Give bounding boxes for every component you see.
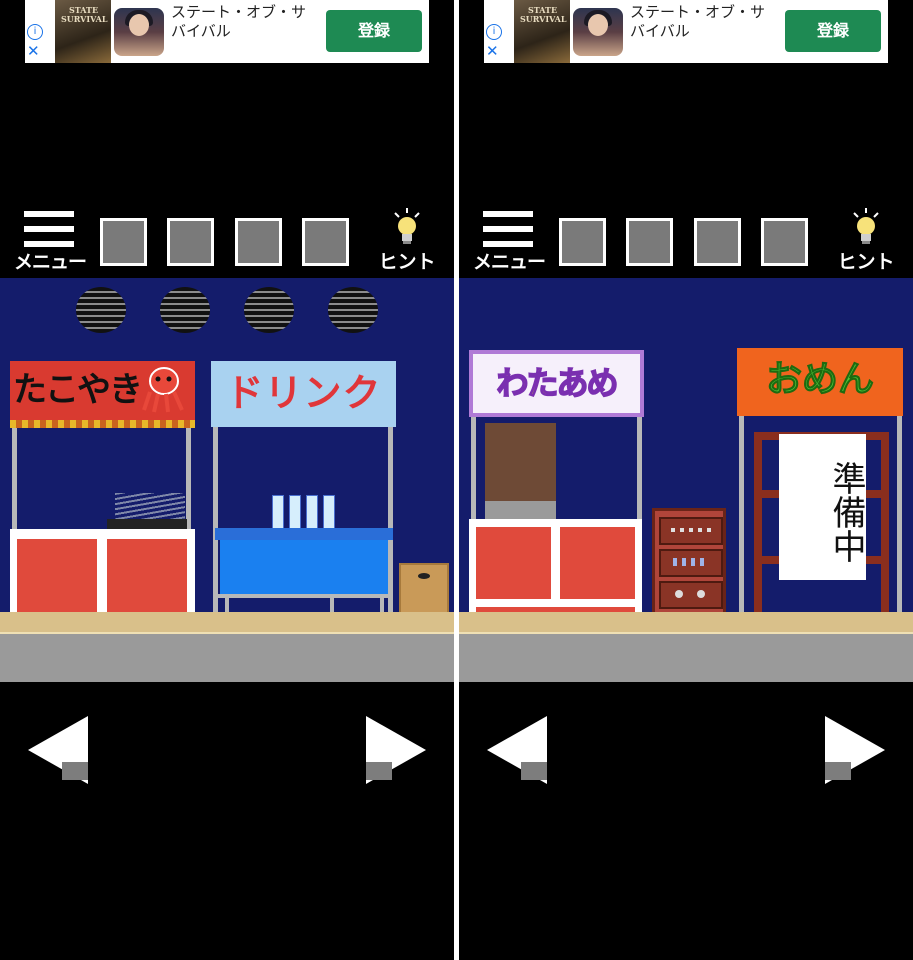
water-bottle[interactable] bbox=[272, 495, 284, 531]
ground bbox=[459, 612, 913, 634]
ad-install-button[interactable]: 登録 bbox=[785, 10, 881, 52]
cabinet-drawer-bottom[interactable] bbox=[659, 581, 723, 609]
lantern[interactable] bbox=[328, 287, 378, 333]
inventory-slot-4[interactable] bbox=[761, 218, 808, 266]
drawer-cabinet[interactable] bbox=[652, 508, 726, 620]
lantern[interactable] bbox=[76, 287, 126, 333]
menu-button-label[interactable]: メニュー bbox=[13, 247, 87, 274]
lightbulb-icon[interactable] bbox=[390, 207, 424, 247]
menu-icon[interactable] bbox=[24, 211, 74, 247]
screenshot-right: i ✕ STATE SURVIVAL ステート・オブ・サバイバル 登録 メニュー… bbox=[459, 0, 913, 960]
steam bbox=[115, 493, 185, 521]
drink-cooler[interactable] bbox=[220, 540, 388, 594]
ad-game-logo: STATE SURVIVAL bbox=[61, 5, 108, 24]
water-bottle[interactable] bbox=[323, 495, 335, 531]
ad-banner[interactable]: i ✕ STATE SURVIVAL ステート・オブ・サバイバル 登録 bbox=[484, 0, 888, 63]
info-icon[interactable]: i bbox=[486, 24, 502, 40]
wataame-counter[interactable] bbox=[469, 519, 642, 619]
info-icon[interactable]: i bbox=[27, 24, 43, 40]
road bbox=[0, 634, 454, 682]
ad-game-logo: STATE SURVIVAL bbox=[520, 5, 567, 24]
menu-button-label[interactable]: メニュー bbox=[472, 247, 546, 274]
ad-banner[interactable]: i ✕ STATE SURVIVAL ステート・オブ・サバイバル 登録 bbox=[25, 0, 429, 63]
cabinet-drawer-middle[interactable] bbox=[659, 549, 723, 577]
inventory-slot-1[interactable] bbox=[559, 218, 606, 266]
inventory-slot-2[interactable] bbox=[626, 218, 673, 266]
cooler-rim bbox=[215, 528, 393, 540]
inventory-slot-3[interactable] bbox=[235, 218, 282, 266]
inventory-slot-1[interactable] bbox=[100, 218, 147, 266]
preparing-sign[interactable]: 準備中 bbox=[779, 434, 866, 580]
lantern[interactable] bbox=[244, 287, 294, 333]
hint-button-label[interactable]: ヒント bbox=[370, 247, 444, 274]
ad-title: ステート・オブ・サバイバル bbox=[171, 3, 307, 40]
road bbox=[459, 634, 913, 682]
inventory-slot-3[interactable] bbox=[694, 218, 741, 266]
cotton-candy-machine[interactable] bbox=[485, 423, 556, 501]
takoyaki-grill[interactable] bbox=[107, 519, 187, 529]
octopus-icon bbox=[142, 367, 184, 413]
water-bottle[interactable] bbox=[289, 495, 301, 531]
ad-title: ステート・オブ・サバイバル bbox=[630, 3, 766, 40]
hint-button-label[interactable]: ヒント bbox=[829, 247, 903, 274]
awning-fringe bbox=[10, 420, 195, 428]
lantern[interactable] bbox=[160, 287, 210, 333]
wataame-sign[interactable]: わたあめ bbox=[469, 350, 644, 417]
ground bbox=[0, 612, 454, 634]
lightbulb-icon[interactable] bbox=[849, 207, 883, 247]
cabinet-drawer-top[interactable] bbox=[659, 517, 723, 545]
inventory-slot-4[interactable] bbox=[302, 218, 349, 266]
omen-sign[interactable]: おめん bbox=[737, 348, 903, 416]
inventory-slot-2[interactable] bbox=[167, 218, 214, 266]
water-bottle[interactable] bbox=[306, 495, 318, 531]
screenshot-left: i ✕ STATE SURVIVAL ステート・オブ・サバイバル 登録 メニュー… bbox=[0, 0, 454, 960]
close-icon[interactable]: ✕ bbox=[27, 42, 40, 60]
menu-icon[interactable] bbox=[483, 211, 533, 247]
ad-install-button[interactable]: 登録 bbox=[326, 10, 422, 52]
drink-sign[interactable]: ドリンク bbox=[211, 361, 396, 427]
close-icon[interactable]: ✕ bbox=[486, 42, 499, 60]
